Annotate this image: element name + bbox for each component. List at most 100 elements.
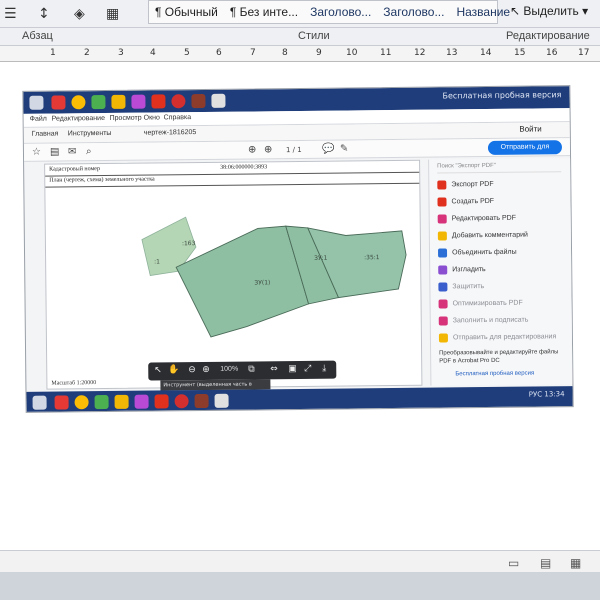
tools-right-panel: Поиск "Экспорт PDF" Экспорт PDF Создать …	[428, 158, 574, 386]
windows-start-icon[interactable]	[32, 395, 47, 410]
send-icon	[438, 332, 448, 343]
ruler-tick: 15	[514, 48, 526, 58]
combine-icon	[437, 247, 448, 258]
ruler-tick: 10	[346, 48, 358, 58]
comment-icon[interactable]: 💬	[322, 144, 335, 155]
yandex-browser-icon[interactable]	[171, 94, 186, 109]
ruler-tick: 4	[150, 48, 156, 58]
free-trial-link[interactable]: Бесплатная пробная версия	[455, 371, 534, 378]
horizontal-ruler[interactable]: 1 2 3 4 5 6 7 8 9 10 11 12 13 14 15 16 1…	[0, 46, 600, 62]
page-up-icon[interactable]: ⊕	[248, 144, 257, 155]
optimize-icon	[438, 298, 448, 309]
zoom-in-icon[interactable]: ⊕	[202, 365, 210, 375]
media-icon[interactable]	[134, 394, 149, 409]
copy-icon[interactable]: ⧉	[248, 364, 255, 374]
panel-search-input[interactable]: Поиск "Экспорт PDF"	[437, 162, 562, 174]
hand-icon[interactable]: ✋	[168, 365, 179, 375]
app-icon[interactable]	[91, 95, 106, 110]
zoom-level[interactable]: 100%	[220, 366, 238, 373]
menu-view[interactable]: Просмотр	[110, 115, 142, 122]
menu-file[interactable]: Файл	[30, 116, 47, 123]
ruler-tick: 1	[50, 48, 56, 58]
search-icon[interactable]: ⌕	[86, 146, 92, 157]
print-layout-icon[interactable]: ▤	[540, 556, 551, 570]
tool-fill-sign[interactable]: Заполнить и подписать	[438, 312, 571, 327]
tab-document[interactable]: чертеж-1816205	[144, 129, 197, 137]
folder-icon[interactable]	[114, 394, 129, 409]
photo-of-monitor: ☰ ↕ ◈ ▦ ¶ Обычный ¶ Без инте... Заголово…	[0, 0, 600, 600]
word-doc-icon[interactable]	[211, 93, 226, 108]
web-layout-icon[interactable]: ▦	[570, 556, 581, 570]
login-button[interactable]: Войти	[519, 124, 541, 133]
tab-tools[interactable]: Инструменты	[68, 130, 112, 137]
fullscreen-icon[interactable]: ⤢	[304, 364, 311, 374]
edit-pdf-icon	[437, 213, 447, 224]
windows-start-icon[interactable]	[29, 95, 44, 110]
zoom-out-icon[interactable]: ⊖	[188, 365, 196, 375]
line-spacing-icon[interactable]: ↕	[38, 6, 50, 22]
tool-protect[interactable]: Защитить	[438, 278, 570, 293]
style-title[interactable]: Название	[450, 5, 516, 19]
ruler-tick: 14	[480, 48, 492, 58]
style-heading-1[interactable]: Заголово...	[304, 5, 377, 19]
fit-width-icon[interactable]: ⇔	[270, 364, 278, 374]
list-icon[interactable]: ☰	[4, 6, 17, 22]
print-icon[interactable]: ▤	[50, 146, 60, 157]
word-doc-icon[interactable]	[214, 393, 229, 408]
tool-edit-pdf[interactable]: Редактировать PDF	[437, 210, 570, 225]
yandex-icon[interactable]	[51, 95, 66, 110]
ruler-tick: 5	[184, 48, 190, 58]
read-mode-icon[interactable]: ▭	[508, 556, 519, 570]
pen-icon[interactable]: ✎	[340, 143, 349, 154]
menu-edit[interactable]: Редактирование	[52, 115, 105, 123]
ruler-tick: 12	[414, 48, 426, 58]
mail-icon[interactable]: ✉	[68, 146, 77, 157]
download-icon[interactable]: ⤓	[322, 364, 326, 374]
tool-export-pdf[interactable]: Экспорт PDF	[437, 176, 569, 191]
style-no-spacing[interactable]: ¶ Без инте...	[224, 5, 304, 19]
app2-icon[interactable]	[194, 393, 209, 409]
app-icon[interactable]	[94, 394, 109, 410]
chrome-icon[interactable]	[74, 395, 89, 410]
styles-gallery[interactable]: ¶ Обычный ¶ Без инте... Заголово... Заго…	[148, 0, 510, 24]
borders-icon[interactable]: ▦	[106, 6, 119, 22]
tool-send-edit[interactable]: Отправить для редактирования	[438, 329, 571, 344]
tool-create-pdf[interactable]: Создать PDF	[437, 193, 569, 208]
fill-color-icon[interactable]: ◈	[74, 6, 85, 22]
tool-combine-files[interactable]: Объединить файлы	[437, 244, 570, 259]
fit-page-icon[interactable]: ▣	[288, 364, 297, 374]
star-icon[interactable]: ☆	[32, 147, 41, 158]
ruler-tick: 7	[250, 48, 256, 58]
app2-icon[interactable]	[191, 93, 206, 109]
folder-icon[interactable]	[111, 94, 126, 109]
share-button[interactable]: Отправить для отзывов	[487, 140, 563, 165]
pdf-document-pane[interactable]: Кадастровый номер 38:06:000000:3893 План…	[44, 159, 423, 390]
menu-window[interactable]: Окно	[144, 114, 160, 121]
style-heading-2[interactable]: Заголово...	[377, 5, 450, 19]
page-down-icon[interactable]: ⊕	[264, 144, 273, 155]
chrome-icon[interactable]	[71, 95, 86, 110]
yandex-browser-icon[interactable]	[174, 394, 189, 409]
acrobat-icon[interactable]	[154, 394, 169, 409]
windows-taskbar-bottom: РУС 13:34	[26, 386, 573, 412]
media-icon[interactable]	[131, 94, 146, 109]
styles-group-label: Стили	[298, 30, 330, 42]
map-scale: Масштаб 1:20000	[51, 380, 97, 387]
tray-language[interactable]: РУС	[529, 390, 542, 398]
style-normal[interactable]: ¶ Обычный	[149, 5, 224, 19]
ribbon-group-labels: Абзац Стили Редактирование	[0, 28, 600, 46]
ruler-tick: 3	[118, 48, 124, 58]
acrobat-icon[interactable]	[151, 94, 166, 109]
cadastral-label: Кадастровый номер	[49, 166, 100, 173]
word-ribbon: ☰ ↕ ◈ ▦ ¶ Обычный ¶ Без инте... Заголово…	[0, 0, 600, 28]
pointer-icon[interactable]: ↖	[154, 365, 162, 375]
select-button[interactable]: ↖ Выделить ▾	[510, 4, 588, 18]
menu-help[interactable]: Справка	[164, 114, 192, 121]
ruler-tick: 16	[546, 48, 558, 58]
yandex-icon[interactable]	[54, 395, 69, 410]
table-rule	[45, 171, 420, 177]
tool-add-comment[interactable]: Добавить комментарий	[437, 227, 570, 242]
tool-optimize-pdf[interactable]: Оптимизировать PDF	[438, 295, 571, 310]
tool-redact[interactable]: Изгладить	[438, 261, 570, 276]
tab-home[interactable]: Главная	[32, 131, 59, 138]
